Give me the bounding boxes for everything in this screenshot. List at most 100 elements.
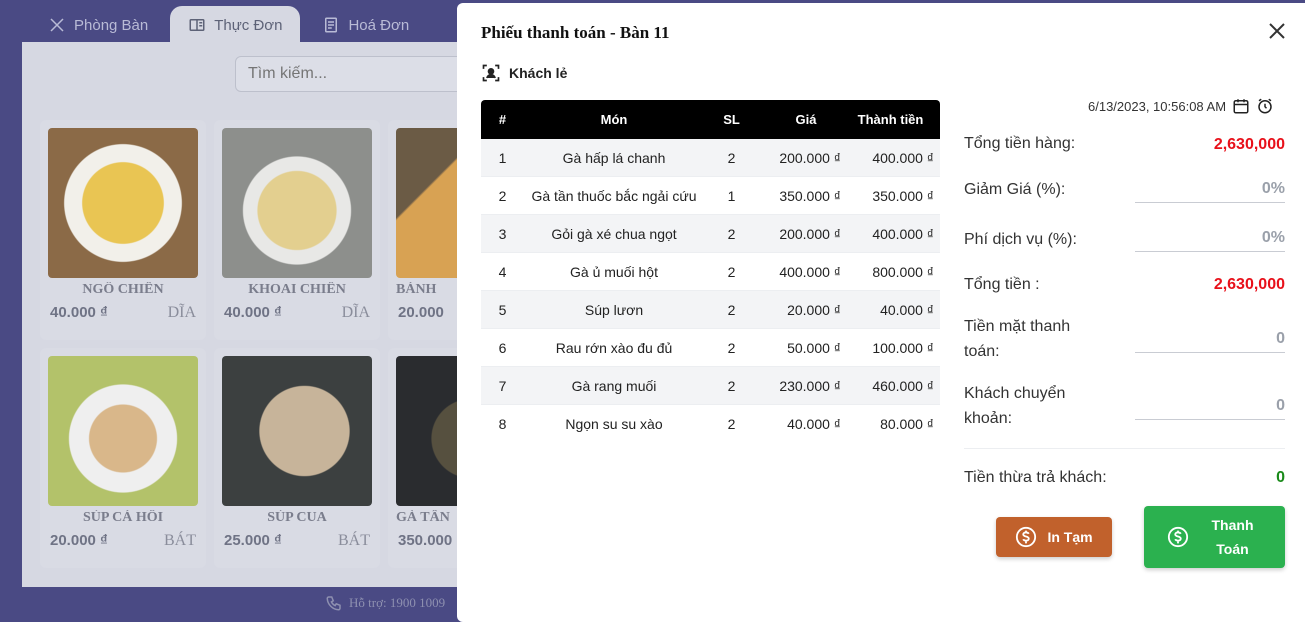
table-row: 1 Gà hấp lá chanh 2 200.000 ₫ 400.000 ₫ <box>481 139 940 177</box>
table-row: 4 Gà ủ muối hột 2 400.000 ₫ 800.000 ₫ <box>481 253 940 291</box>
support-text: Hỗ trợ: 1900 1009 <box>349 595 446 610</box>
cell-price: 40.000 ₫ <box>787 416 841 432</box>
cell-dish: Súp lươn <box>584 301 644 318</box>
tab-rooms[interactable]: Phòng Bàn <box>30 6 166 44</box>
cell-price: 20.000 ₫ <box>787 301 841 318</box>
close-icon[interactable] <box>1265 19 1289 43</box>
cell-dish: Gỏi gà xé chua ngọt <box>551 225 677 242</box>
customer-name: Khách lẻ <box>509 65 568 81</box>
menu-card[interactable]: KHOAI CHIÊN 40.000 ₫ DĨA <box>214 120 380 340</box>
discount-label: Giảm Giá (%): <box>964 181 1066 198</box>
search-input[interactable] <box>235 56 475 92</box>
cell-no: 4 <box>498 263 507 280</box>
receipt-icon <box>325 17 338 33</box>
cell-total: 400.000 ₫ <box>872 149 934 166</box>
col-header-price: Giá <box>795 112 817 127</box>
bank-transfer-input[interactable] <box>1135 392 1285 420</box>
menu-book-icon <box>189 19 205 31</box>
dish-image <box>48 128 198 278</box>
dish-name: NGÔ CHIÊN <box>82 282 164 297</box>
dish-unit: BÁT <box>164 532 196 549</box>
dish-price: 20.000 <box>398 304 444 321</box>
menu-card[interactable]: NGÔ CHIÊN 40.000 ₫ DĨA <box>40 120 206 340</box>
main-tabs: Phòng Bàn Thực Đơn Hoá Đơn <box>30 6 427 44</box>
cell-dish: Ngọn su su xào <box>565 416 663 432</box>
cell-qty: 2 <box>727 225 736 242</box>
total-value: 2,630,000 <box>1213 276 1285 293</box>
dish-image <box>222 128 372 278</box>
dish-unit: DĨA <box>167 304 196 321</box>
col-header-total: Thành tiền <box>857 112 924 127</box>
print-temp-button[interactable]: In Tạm <box>996 517 1112 557</box>
menu-card[interactable]: SÚP CUA 25.000 ₫ BÁT <box>214 348 380 568</box>
col-header-no: # <box>498 112 507 127</box>
subtotal-value: 2,630,000 <box>1213 136 1285 153</box>
cell-dish: Gà rang muối <box>571 377 657 394</box>
cell-price: 230.000 ₫ <box>779 377 841 394</box>
cell-qty: 2 <box>727 149 736 166</box>
cell-qty: 2 <box>727 263 736 280</box>
datetime-text: 6/13/2023, 10:56:08 AM <box>1088 98 1227 114</box>
pay-button[interactable]: Thanh Toán <box>1144 506 1285 568</box>
cell-total: 350.000 ₫ <box>872 187 934 204</box>
cell-dish: Gà hấp lá chanh <box>562 149 666 166</box>
cash-payment-input[interactable] <box>1135 325 1285 353</box>
tab-invoices[interactable]: Hoá Đơn <box>304 6 427 44</box>
order-table: # Món SL Giá Thành tiền 1 Gà hấp lá chan… <box>481 100 940 443</box>
dish-name: SÚP CUA <box>267 510 327 525</box>
dish-price: 25.000 ₫ <box>224 532 282 549</box>
cell-no: 8 <box>498 416 507 432</box>
bank-transfer-label: Khách chuyển khoản: <box>964 381 1119 431</box>
dish-name: SÚP CÁ HỒI <box>82 510 164 525</box>
table-row: 5 Súp lươn 2 20.000 ₫ 40.000 ₫ <box>481 291 940 329</box>
dish-price: 20.000 ₫ <box>50 532 108 549</box>
transfer-label-line1: Khách chuyển <box>964 381 1119 406</box>
change-label: Tiền thừa trả khách: <box>964 469 1107 486</box>
cell-total: 400.000 ₫ <box>872 225 934 242</box>
table-header: # Món SL Giá Thành tiền <box>481 100 940 139</box>
dish-image <box>222 356 372 506</box>
invoice-datetime: 6/13/2023, 10:56:08 AM <box>1088 97 1274 115</box>
table-row: 3 Gỏi gà xé chua ngọt 2 200.000 ₫ 400.00… <box>481 215 940 253</box>
print-temp-label: In Tạm <box>1047 529 1093 545</box>
alarm-clock-icon[interactable] <box>1256 97 1274 115</box>
service-fee-input[interactable] <box>1135 224 1285 252</box>
tab-menu-label: Thực Đơn <box>214 16 283 34</box>
cash-label-line2: toán: <box>964 343 1000 360</box>
cell-total: 80.000 ₫ <box>880 416 934 432</box>
tab-menu[interactable]: Thực Đơn <box>170 6 301 44</box>
menu-card[interactable]: SÚP CÁ HỒI 20.000 ₫ BÁT <box>40 348 206 568</box>
change-value: 0 <box>1276 469 1285 486</box>
cell-no: 7 <box>498 377 507 394</box>
cell-price: 200.000 ₫ <box>779 225 841 242</box>
table-row: 2 Gà tần thuốc bắc ngải cứu 1 350.000 ₫ … <box>481 177 940 215</box>
calendar-icon[interactable] <box>1232 97 1250 115</box>
fork-knife-icon <box>50 18 64 32</box>
cell-qty: 2 <box>727 377 736 394</box>
cell-dish: Gà ủ muối hột <box>570 263 658 280</box>
cell-dish: Rau rớn xào đu đủ <box>555 339 673 356</box>
payment-modal: Phiếu thanh toán - Bàn 11 Khách lẻ # Món… <box>457 3 1305 622</box>
cell-qty: 2 <box>727 301 736 318</box>
cell-price: 400.000 ₫ <box>779 263 841 280</box>
customer-info: Khách lẻ <box>481 63 567 83</box>
phone-icon <box>326 596 341 611</box>
cell-no: 1 <box>498 149 507 166</box>
transfer-label-text1: Khách chuyển <box>964 385 1066 402</box>
dollar-circle-icon <box>1016 526 1037 548</box>
cash-label-line1: Tiền mặt thanh <box>964 314 1119 339</box>
cell-total: 40.000 ₫ <box>880 301 934 318</box>
dollar-circle-icon <box>1167 526 1188 548</box>
cell-qty: 2 <box>727 416 736 432</box>
total-label: Tổng tiền : <box>964 276 1040 293</box>
cell-total: 100.000 ₫ <box>872 339 934 356</box>
discount-input[interactable] <box>1135 175 1285 203</box>
modal-title: Phiếu thanh toán - Bàn 11 <box>481 23 670 42</box>
summary-divider <box>964 448 1285 449</box>
cell-no: 3 <box>498 225 507 242</box>
user-scan-icon <box>482 64 500 82</box>
table-row: 8 Ngọn su su xào 2 40.000 ₫ 80.000 ₫ <box>481 405 940 443</box>
pay-label-line1: Thanh <box>1211 517 1254 533</box>
pay-label-line2: Toán <box>1216 541 1249 557</box>
pay-label: Thanh Toán <box>1203 513 1263 561</box>
